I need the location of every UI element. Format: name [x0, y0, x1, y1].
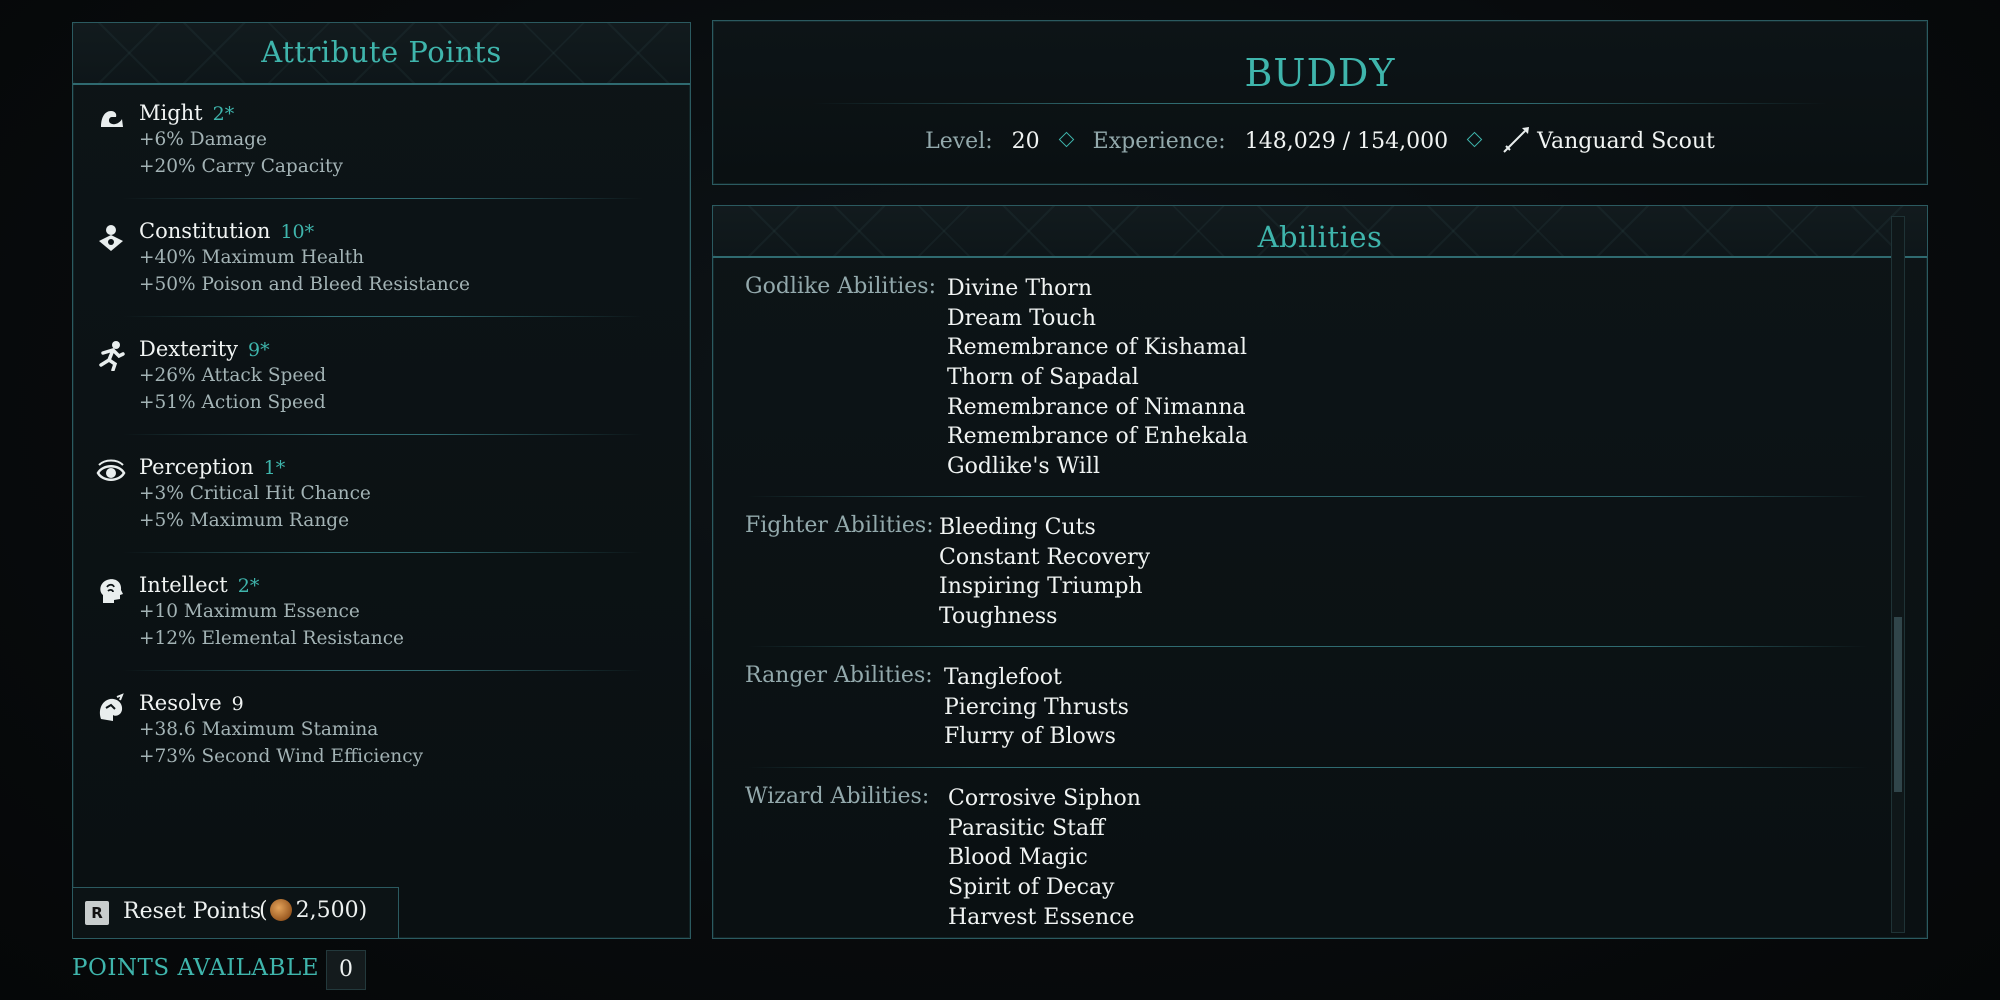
divider — [748, 496, 1868, 497]
abilities-panel: Abilities Godlike Abilities: Divine Thor… — [712, 205, 1928, 939]
ability-list: Corrosive Siphon Parasitic Staff Blood M… — [948, 784, 1141, 932]
reset-cost-open: ( — [259, 898, 268, 923]
attribute-bonus: +3% Critical Hit Chance — [139, 483, 371, 504]
attribute-value: 2* — [212, 103, 235, 125]
divider — [123, 434, 643, 435]
diamond-separator-icon — [1058, 131, 1074, 148]
attribute-bonus: +50% Poison and Bleed Resistance — [139, 274, 470, 295]
reset-cost-close: ) — [358, 898, 368, 923]
experience-label: Experience: — [1092, 129, 1226, 154]
keybind-r-icon: R — [85, 901, 109, 925]
attribute-bonus: +6% Damage — [139, 129, 267, 150]
divider — [123, 198, 643, 199]
divider — [123, 316, 643, 317]
resolve-icon — [99, 693, 124, 721]
attribute-value: 9 — [231, 693, 244, 715]
might-icon — [101, 111, 123, 127]
abilities-panel-title: Abilities — [1257, 220, 1383, 254]
ability-item[interactable]: Dream Touch — [947, 304, 1248, 334]
coin-icon — [269, 899, 292, 921]
ability-item[interactable]: Spirit of Decay — [948, 873, 1141, 903]
reset-points-label: Reset Points — [123, 899, 262, 924]
ability-item[interactable]: Toughness — [939, 602, 1150, 632]
attribute-bonus: +5% Maximum Range — [139, 510, 350, 531]
attribute-value: 9* — [248, 339, 270, 361]
divider — [123, 552, 643, 553]
ability-item[interactable]: Remembrance of Enhekala — [947, 422, 1248, 452]
attribute-name: Resolve — [139, 691, 222, 715]
attribute-bonus: +26% Attack Speed — [139, 365, 327, 386]
ability-item[interactable]: Blood Magic — [948, 843, 1141, 873]
ability-item[interactable]: Godlike's Will — [947, 452, 1248, 482]
ability-group-label: Ranger Abilities: — [745, 663, 933, 688]
reset-cost-value: 2,500 — [295, 898, 359, 923]
ability-group-label: Fighter Abilities: — [745, 513, 934, 538]
attribute-bonus: +51% Action Speed — [139, 392, 326, 413]
ability-item[interactable]: Divine Thorn — [947, 274, 1248, 304]
attribute-value: 10* — [280, 221, 315, 243]
attribute-bonus: +20% Carry Capacity — [139, 156, 343, 177]
ability-item[interactable]: Tanglefoot — [944, 663, 1129, 693]
ability-list: Tanglefoot Piercing Thrusts Flurry of Bl… — [944, 663, 1129, 752]
intellect-icon — [100, 579, 123, 603]
points-available-value: 0 — [326, 950, 366, 990]
attribute-name: Perception — [139, 455, 254, 479]
attribute-bonus: +12% Elemental Resistance — [139, 628, 405, 649]
level-value: 20 — [1011, 129, 1040, 154]
ability-group-label: Wizard Abilities: — [745, 784, 930, 809]
ability-item[interactable]: Inspiring Triumph — [939, 572, 1150, 602]
divider — [748, 646, 1868, 647]
ability-item[interactable]: Corrosive Siphon — [948, 784, 1141, 814]
attribute-name: Might — [139, 101, 203, 125]
ability-list: Divine Thorn Dream Touch Remembrance of … — [947, 274, 1248, 482]
reset-cost: (2,500) — [259, 898, 367, 923]
attribute-bonus: +73% Second Wind Efficiency — [139, 746, 424, 767]
ability-item[interactable]: Harvest Essence — [948, 903, 1141, 933]
dexterity-icon — [99, 341, 125, 371]
character-name: BUDDY — [1244, 51, 1396, 95]
attribute-panel: Attribute Points Might 2* +6% Damage +20%… — [72, 22, 691, 939]
ability-item[interactable]: Remembrance of Kishamal — [947, 333, 1248, 363]
divider — [748, 767, 1868, 768]
attribute-name: Constitution — [139, 219, 271, 243]
class-name: Vanguard Scout — [1537, 129, 1715, 154]
abilities-scrollbar[interactable] — [1891, 216, 1905, 933]
perception-icon — [96, 459, 126, 481]
attribute-value: 1* — [263, 457, 286, 479]
experience-value: 148,029 / 154,000 — [1244, 129, 1449, 154]
divider — [123, 670, 643, 671]
ability-item[interactable]: Remembrance of Nimanna — [947, 393, 1248, 423]
spear-icon — [1503, 127, 1530, 153]
ability-item[interactable]: Constant Recovery — [939, 543, 1150, 573]
attribute-name: Dexterity — [139, 337, 239, 361]
ability-group-label: Godlike Abilities: — [745, 274, 936, 299]
ability-item[interactable]: Parasitic Staff — [948, 814, 1141, 844]
attribute-bonus: +10 Maximum Essence — [139, 601, 360, 622]
constitution-icon — [99, 225, 123, 251]
character-stats: Level: 20 Experience: 148,029 / 154,000 … — [713, 125, 1927, 155]
character-panel: BUDDY Level: 20 Experience: 148,029 / 15… — [712, 20, 1928, 185]
points-available-label: POINTS AVAILABLE — [72, 955, 320, 981]
ability-item[interactable]: Piercing Thrusts — [944, 693, 1129, 723]
ability-item[interactable]: Thorn of Sapadal — [947, 363, 1248, 393]
attribute-value: 2* — [237, 575, 260, 597]
diamond-separator-icon — [1466, 131, 1483, 148]
scrollbar-thumb[interactable] — [1894, 617, 1902, 792]
attribute-panel-title: Attribute Points — [261, 35, 502, 69]
attribute-bonus: +38.6 Maximum Stamina — [139, 719, 379, 740]
ability-item[interactable]: Flurry of Blows — [944, 722, 1129, 752]
ability-item[interactable]: Bleeding Cuts — [939, 513, 1150, 543]
attribute-bonus: +40% Maximum Health — [139, 247, 365, 268]
divider — [813, 103, 1827, 104]
attribute-name: Intellect — [139, 573, 228, 597]
level-label: Level: — [925, 129, 993, 154]
reset-points-button[interactable]: R Reset Points (2,500) — [73, 887, 399, 938]
ability-list: Bleeding Cuts Constant Recovery Inspirin… — [939, 513, 1150, 632]
